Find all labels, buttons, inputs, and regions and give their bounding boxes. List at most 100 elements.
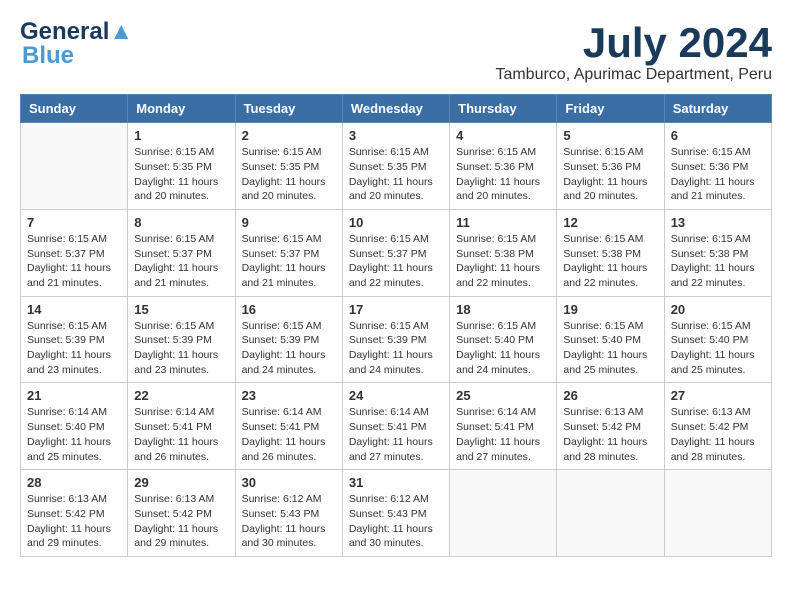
calendar-day-cell: 30 Sunrise: 6:12 AM Sunset: 5:43 PM Dayli… [235,470,342,557]
calendar-day-cell: 1Sunrise: 6:15 AM Sunset: 5:35 PM Daylig… [128,123,235,210]
day-number: 7 [27,215,121,230]
day-number: 6 [671,128,765,143]
day-number: 15 [134,302,228,317]
day-number: 2 [242,128,336,143]
day-info: Sunrise: 6:13 AM Sunset: 5:42 PM Dayligh… [563,405,657,464]
day-number: 29 [134,475,228,490]
day-info: Sunrise: 6:15 AM Sunset: 5:40 PM Dayligh… [671,319,765,378]
calendar-day-cell: 8 Sunrise: 6:15 AM Sunset: 5:37 PM Daylig… [128,209,235,296]
calendar-week-row: 28 Sunrise: 6:13 AM Sunset: 5:42 PM Dayli… [21,470,772,557]
weekday-header: Wednesday [342,95,449,123]
day-number: 23 [242,388,336,403]
day-info: Sunrise: 6:15 AM Sunset: 5:36 PM Dayligh… [456,145,550,204]
day-number: 10 [349,215,443,230]
calendar-day-cell: 19Sunrise: 6:15 AM Sunset: 5:40 PM Dayli… [557,296,664,383]
day-info: Sunrise: 6:12 AM Sunset: 5:43 PM Dayligh… [349,492,443,551]
calendar-day-cell: 31 Sunrise: 6:12 AM Sunset: 5:43 PM Dayli… [342,470,449,557]
day-info: Sunrise: 6:15 AM Sunset: 5:36 PM Dayligh… [563,145,657,204]
calendar-day-cell: 10Sunrise: 6:15 AM Sunset: 5:37 PM Dayli… [342,209,449,296]
day-number: 9 [242,215,336,230]
day-number: 28 [27,475,121,490]
weekday-header: Tuesday [235,95,342,123]
calendar-day-cell: 17 Sunrise: 6:15 AM Sunset: 5:39 PM Dayli… [342,296,449,383]
calendar-day-cell: 24Sunrise: 6:14 AM Sunset: 5:41 PM Dayli… [342,383,449,470]
day-number: 14 [27,302,121,317]
day-number: 8 [134,215,228,230]
calendar-day-cell: 12Sunrise: 6:15 AM Sunset: 5:38 PM Dayli… [557,209,664,296]
day-number: 18 [456,302,550,317]
day-number: 22 [134,388,228,403]
calendar-day-cell: 25 Sunrise: 6:14 AM Sunset: 5:41 PM Dayli… [450,383,557,470]
day-info: Sunrise: 6:15 AM Sunset: 5:36 PM Dayligh… [671,145,765,204]
calendar-day-cell: 2 Sunrise: 6:15 AM Sunset: 5:35 PM Daylig… [235,123,342,210]
calendar-day-cell [21,123,128,210]
calendar-day-cell: 27Sunrise: 6:13 AM Sunset: 5:42 PM Dayli… [664,383,771,470]
day-number: 20 [671,302,765,317]
calendar-day-cell: 28Sunrise: 6:13 AM Sunset: 5:42 PM Dayli… [21,470,128,557]
calendar-day-cell: 20 Sunrise: 6:15 AM Sunset: 5:40 PM Dayli… [664,296,771,383]
day-info: Sunrise: 6:15 AM Sunset: 5:38 PM Dayligh… [671,232,765,291]
day-info: Sunrise: 6:15 AM Sunset: 5:39 PM Dayligh… [242,319,336,378]
day-number: 4 [456,128,550,143]
day-info: Sunrise: 6:14 AM Sunset: 5:41 PM Dayligh… [456,405,550,464]
header: General▲ Blue July 2024 Tamburco, Apurim… [20,20,772,84]
day-number: 13 [671,215,765,230]
calendar-day-cell: 22 Sunrise: 6:14 AM Sunset: 5:41 PM Dayli… [128,383,235,470]
calendar-day-cell: 29 Sunrise: 6:13 AM Sunset: 5:42 PM Dayli… [128,470,235,557]
day-number: 26 [563,388,657,403]
day-info: Sunrise: 6:14 AM Sunset: 5:40 PM Dayligh… [27,405,121,464]
day-info: Sunrise: 6:15 AM Sunset: 5:35 PM Dayligh… [242,145,336,204]
calendar-day-cell: 26 Sunrise: 6:13 AM Sunset: 5:42 PM Dayli… [557,383,664,470]
weekday-header: Saturday [664,95,771,123]
calendar-week-row: 1Sunrise: 6:15 AM Sunset: 5:35 PM Daylig… [21,123,772,210]
weekday-header-row: SundayMondayTuesdayWednesdayThursdayFrid… [21,95,772,123]
calendar-day-cell: 11Sunrise: 6:15 AM Sunset: 5:38 PM Dayli… [450,209,557,296]
day-number: 11 [456,215,550,230]
day-info: Sunrise: 6:14 AM Sunset: 5:41 PM Dayligh… [242,405,336,464]
day-number: 12 [563,215,657,230]
weekday-header: Thursday [450,95,557,123]
weekday-header: Friday [557,95,664,123]
day-number: 5 [563,128,657,143]
month-title: July 2024 [495,20,772,66]
calendar-day-cell: 7Sunrise: 6:15 AM Sunset: 5:37 PM Daylig… [21,209,128,296]
logo-text: General▲ [20,20,133,44]
location-subtitle: Tamburco, Apurimac Department, Peru [495,66,772,84]
calendar-day-cell [664,470,771,557]
logo-subtext: Blue [22,44,74,68]
day-number: 30 [242,475,336,490]
day-info: Sunrise: 6:12 AM Sunset: 5:43 PM Dayligh… [242,492,336,551]
day-info: Sunrise: 6:15 AM Sunset: 5:40 PM Dayligh… [563,319,657,378]
weekday-header: Sunday [21,95,128,123]
calendar-day-cell: 23 Sunrise: 6:14 AM Sunset: 5:41 PM Dayli… [235,383,342,470]
day-info: Sunrise: 6:15 AM Sunset: 5:37 PM Dayligh… [134,232,228,291]
day-info: Sunrise: 6:14 AM Sunset: 5:41 PM Dayligh… [134,405,228,464]
day-number: 25 [456,388,550,403]
calendar-table: SundayMondayTuesdayWednesdayThursdayFrid… [20,94,772,557]
calendar-day-cell [450,470,557,557]
day-info: Sunrise: 6:13 AM Sunset: 5:42 PM Dayligh… [671,405,765,464]
day-info: Sunrise: 6:15 AM Sunset: 5:37 PM Dayligh… [242,232,336,291]
calendar-day-cell: 14 Sunrise: 6:15 AM Sunset: 5:39 PM Dayli… [21,296,128,383]
day-info: Sunrise: 6:14 AM Sunset: 5:41 PM Dayligh… [349,405,443,464]
calendar-day-cell: 9 Sunrise: 6:15 AM Sunset: 5:37 PM Daylig… [235,209,342,296]
day-number: 3 [349,128,443,143]
day-number: 17 [349,302,443,317]
day-info: Sunrise: 6:15 AM Sunset: 5:35 PM Dayligh… [349,145,443,204]
day-info: Sunrise: 6:15 AM Sunset: 5:39 PM Dayligh… [349,319,443,378]
day-number: 16 [242,302,336,317]
calendar-day-cell: 15 Sunrise: 6:15 AM Sunset: 5:39 PM Dayli… [128,296,235,383]
weekday-header: Monday [128,95,235,123]
title-area: July 2024 Tamburco, Apurimac Department,… [495,20,772,84]
day-info: Sunrise: 6:13 AM Sunset: 5:42 PM Dayligh… [134,492,228,551]
logo: General▲ Blue [20,20,133,68]
calendar-day-cell: 21Sunrise: 6:14 AM Sunset: 5:40 PM Dayli… [21,383,128,470]
calendar-day-cell: 16 Sunrise: 6:15 AM Sunset: 5:39 PM Dayli… [235,296,342,383]
day-number: 31 [349,475,443,490]
day-info: Sunrise: 6:15 AM Sunset: 5:35 PM Dayligh… [134,145,228,204]
calendar-day-cell: 3 Sunrise: 6:15 AM Sunset: 5:35 PM Daylig… [342,123,449,210]
calendar-day-cell: 4 Sunrise: 6:15 AM Sunset: 5:36 PM Daylig… [450,123,557,210]
calendar-day-cell: 13 Sunrise: 6:15 AM Sunset: 5:38 PM Dayli… [664,209,771,296]
day-info: Sunrise: 6:15 AM Sunset: 5:39 PM Dayligh… [27,319,121,378]
day-info: Sunrise: 6:15 AM Sunset: 5:39 PM Dayligh… [134,319,228,378]
